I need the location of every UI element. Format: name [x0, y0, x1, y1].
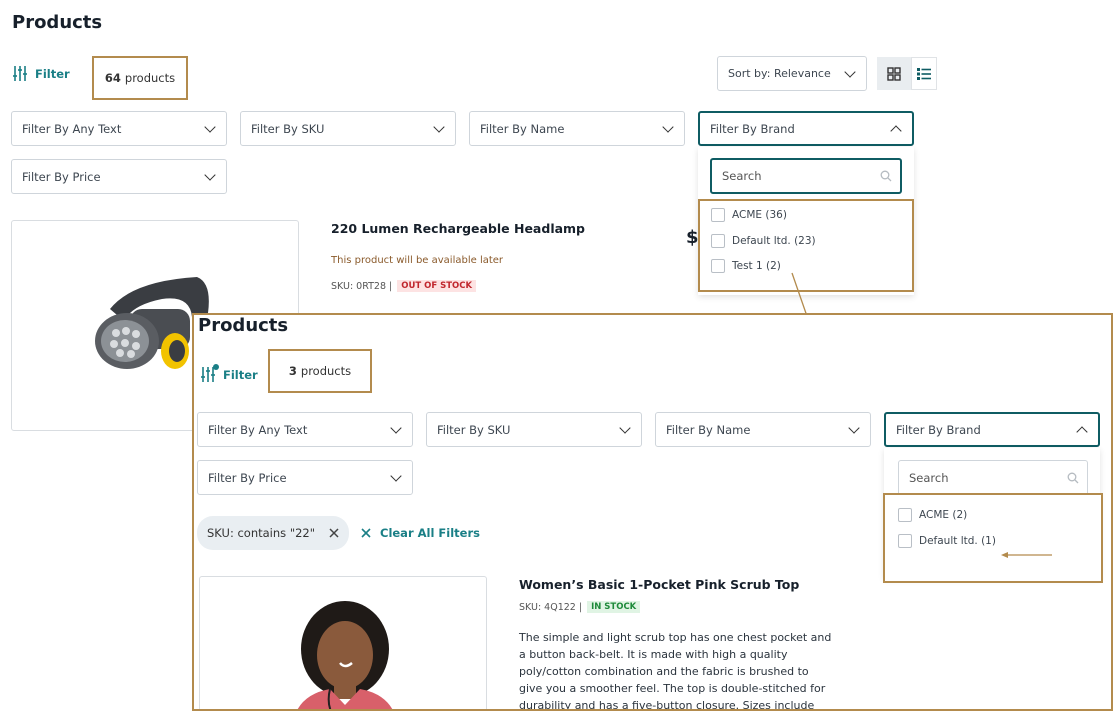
checkbox[interactable] — [898, 508, 912, 522]
chevron-down-icon — [390, 469, 402, 482]
filter-label: Filter — [223, 367, 258, 382]
active-filter-chip: SKU: contains "22" — [197, 516, 350, 550]
filtered-results-panel: Products Filter 3 products Filter By Any … — [192, 313, 1113, 711]
filter-sku-select[interactable]: Filter By SKU — [426, 412, 642, 447]
product-image-scrub-top[interactable] — [199, 576, 487, 709]
filter-price-select[interactable]: Filter By Price — [197, 460, 413, 495]
filter-name-select[interactable]: Filter By Name — [655, 412, 871, 447]
brand-options-highlight: ACME (2) Default ltd. (1) — [883, 493, 1103, 583]
filter-brand-select[interactable]: Filter By Brand — [884, 412, 1100, 447]
brand-search-input[interactable]: Search — [898, 460, 1088, 496]
chip-label: SKU: contains "22" — [207, 526, 316, 540]
select-label: Filter By Brand — [896, 422, 981, 437]
sliders-icon — [201, 364, 219, 382]
option-label: Default ltd. (1) — [919, 535, 996, 547]
brand-option[interactable]: Default ltd. (1) — [898, 534, 996, 548]
close-icon — [361, 528, 371, 538]
brand-option[interactable]: ACME (2) — [898, 508, 967, 522]
close-icon[interactable] — [329, 528, 339, 538]
count-text: products — [300, 364, 352, 378]
filter-any-text-select[interactable]: Filter By Any Text — [197, 412, 413, 447]
description-line: The simple and light scrub top has one c… — [519, 631, 832, 644]
product-sku-row: SKU: 4Q122 | IN STOCK — [519, 601, 641, 613]
page-title: Products — [198, 315, 289, 336]
select-label: Filter By Name — [666, 422, 751, 437]
description-line: give you a smoother feel. The top is dou… — [519, 682, 826, 695]
filter-toggle[interactable]: Filter — [201, 364, 258, 382]
description-line: poly/cotton combination and the fabric i… — [519, 665, 809, 678]
arrow-left-icon — [1001, 552, 1052, 558]
product-count: 3 products — [268, 349, 372, 393]
chevron-down-icon — [390, 421, 402, 434]
count-number: 3 — [288, 364, 297, 378]
nurse-image — [297, 601, 393, 709]
chevron-down-icon — [848, 421, 860, 434]
description-line: a button back-belt. It is made with high… — [519, 648, 788, 661]
chevron-down-icon — [619, 421, 631, 434]
clear-all-label: Clear All Filters — [380, 526, 480, 540]
option-label: ACME (2) — [919, 509, 968, 521]
product-name[interactable]: Women’s Basic 1-Pocket Pink Scrub Top — [519, 577, 799, 592]
select-label: Filter By Any Text — [208, 422, 308, 437]
select-label: Filter By SKU — [437, 422, 511, 437]
select-label: Filter By Price — [208, 470, 287, 485]
chevron-up-icon — [1076, 425, 1088, 438]
clear-all-filters-button[interactable]: Clear All Filters — [361, 526, 480, 540]
product-description: The simple and light scrub top has one c… — [519, 629, 859, 711]
sku-text: SKU: 4Q122 | — [519, 601, 583, 613]
search-placeholder: Search — [909, 471, 949, 485]
checkbox[interactable] — [898, 534, 912, 548]
description-line: durability and has a five-button closure… — [519, 699, 815, 711]
search-icon — [1067, 472, 1079, 484]
stock-badge: IN STOCK — [587, 601, 641, 613]
